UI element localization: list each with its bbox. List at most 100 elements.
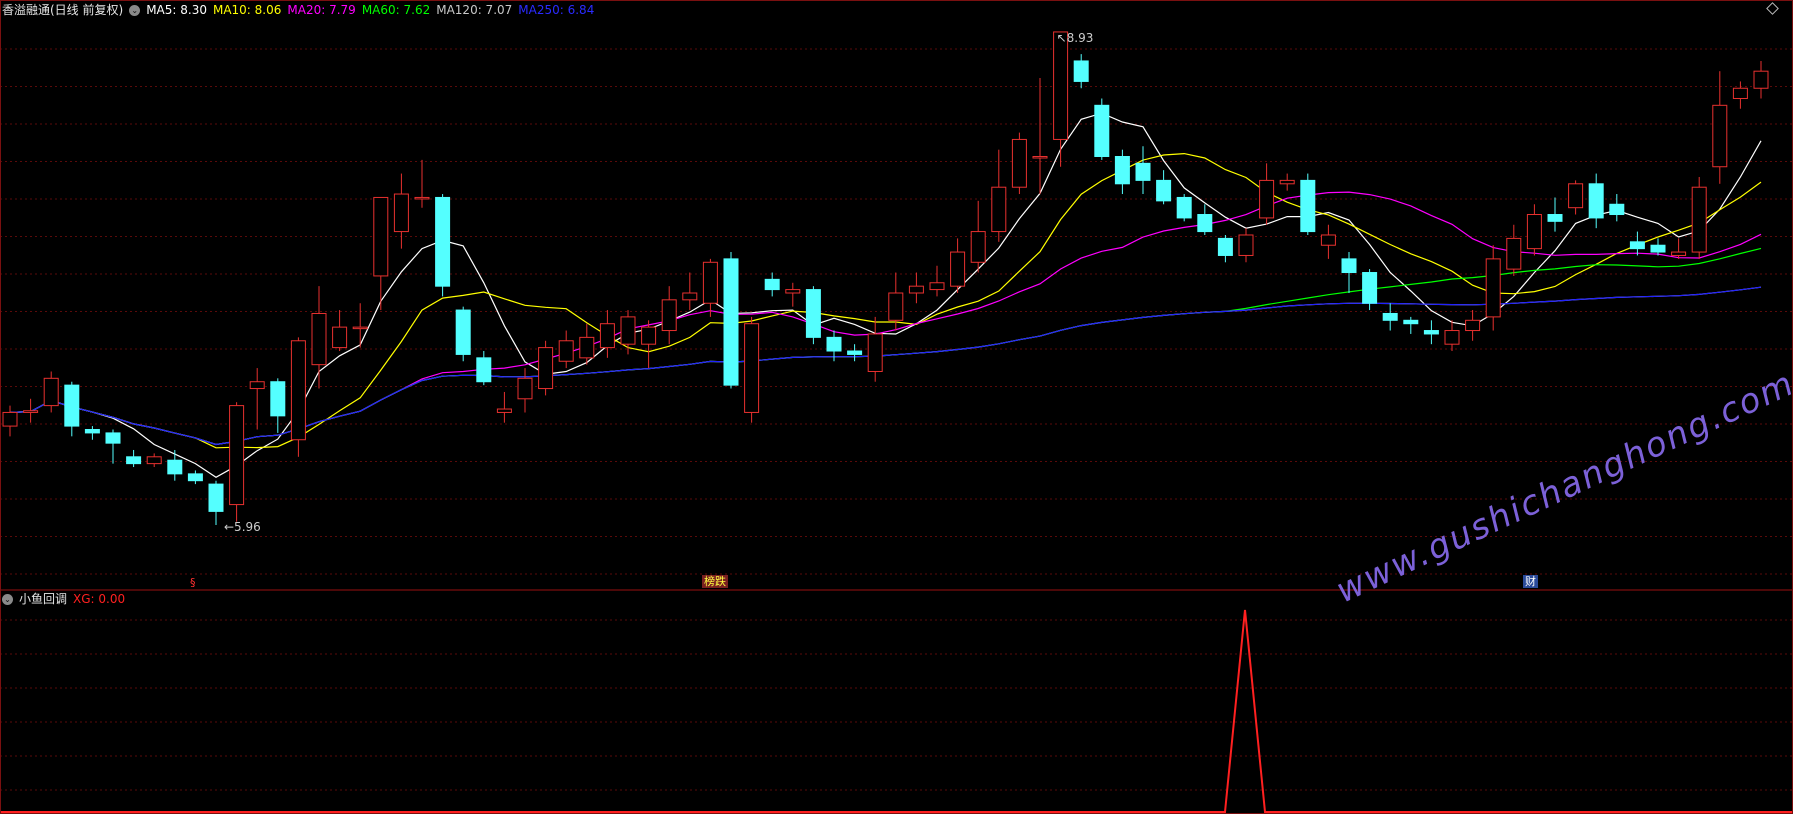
candle-body	[888, 292, 904, 321]
candle-body	[1444, 330, 1460, 345]
candle[interactable]	[1300, 173, 1316, 235]
chart-background	[0, 0, 1793, 814]
candle-body	[1712, 104, 1728, 168]
ma60-label: MA60: 7.62	[361, 3, 431, 17]
event-tag-left[interactable]: §	[188, 576, 198, 589]
candle-body	[126, 456, 142, 465]
candle-body	[908, 285, 924, 294]
candle-body	[1341, 258, 1357, 274]
candle-body	[1073, 60, 1089, 82]
candle-body	[414, 196, 430, 200]
candle-body	[187, 473, 203, 482]
candle-body	[826, 336, 842, 352]
candle-body	[1568, 183, 1584, 209]
sub-legend-toggle-icon[interactable]: ⌄	[2, 593, 13, 605]
candle-body	[867, 333, 883, 372]
candle[interactable]	[538, 340, 554, 396]
candle-body	[23, 410, 39, 413]
sub-legend: ⌄ 小鱼回调 XG: 0.00	[2, 591, 125, 607]
candle-body	[950, 251, 966, 287]
candle-body	[991, 186, 1007, 233]
candle-body	[1217, 237, 1233, 256]
candle[interactable]	[1094, 98, 1110, 160]
candle-body	[1403, 319, 1419, 325]
ma120-label: MA120: 7.07	[436, 3, 513, 17]
candle[interactable]	[744, 316, 760, 423]
candle-body	[290, 340, 306, 441]
candle-body	[1465, 319, 1481, 332]
candle-body	[332, 326, 348, 349]
candle-body	[579, 336, 595, 359]
candle-body	[1094, 104, 1110, 157]
candle-body	[1753, 70, 1769, 89]
event-tag-mid[interactable]: 榜跌	[702, 575, 728, 588]
candle-body	[435, 196, 451, 287]
candle-body	[208, 483, 224, 512]
candle-body	[682, 292, 698, 301]
candle[interactable]	[1176, 194, 1192, 222]
main-legend: 香溢融通(日线 前复权) ⌄ MA5: 8.30 MA10: 8.06 MA20…	[2, 2, 594, 18]
ma20-label: MA20: 7.79	[287, 3, 356, 17]
legend-toggle-icon[interactable]: ⌄	[129, 4, 141, 16]
candle[interactable]	[290, 337, 306, 457]
candle-body	[311, 312, 327, 366]
ma250-label: MA250: 6.84	[518, 3, 595, 17]
candle-body	[1176, 196, 1192, 219]
candle-body	[373, 196, 389, 277]
candle[interactable]	[723, 252, 739, 389]
candle-body	[785, 289, 801, 294]
candle-body	[229, 405, 245, 506]
high-price-label: ↖8.93	[1057, 31, 1094, 45]
candle-body	[538, 347, 554, 390]
candle-body	[929, 282, 945, 291]
candle-body	[641, 326, 657, 345]
candle-body	[64, 384, 80, 427]
candle-body	[764, 278, 780, 291]
candle-body	[1691, 186, 1707, 253]
indicator-title[interactable]: 小鱼回调	[19, 591, 67, 607]
candle-body	[352, 326, 368, 330]
candle-body	[496, 408, 512, 413]
candle[interactable]	[1011, 132, 1027, 195]
candle-body	[558, 340, 574, 362]
stock-title[interactable]: 香溢融通(日线 前复权)	[2, 2, 123, 18]
candle-body	[1609, 203, 1625, 216]
kline-chart[interactable]: ↖8.93 ←5.96	[0, 0, 1793, 814]
candle-body	[1053, 31, 1069, 140]
candle-body	[1588, 183, 1604, 219]
candle-body	[1259, 179, 1275, 219]
candle-body	[1362, 272, 1378, 304]
candle[interactable]	[229, 402, 245, 522]
candle-body	[146, 456, 162, 465]
candle-body	[1423, 330, 1439, 335]
candle-body	[1547, 214, 1563, 222]
candle-body	[1650, 244, 1666, 253]
candle-body	[2, 411, 18, 427]
candle-body	[1732, 87, 1748, 99]
candle-body	[84, 429, 100, 434]
candle-body	[620, 316, 636, 345]
candle-body	[1032, 156, 1048, 159]
candle-body	[1114, 156, 1130, 185]
candle[interactable]	[455, 306, 471, 362]
candle-body	[1156, 179, 1172, 202]
candle-body	[1506, 237, 1522, 270]
event-tag-right[interactable]: 财	[1523, 575, 1538, 588]
candle[interactable]	[1691, 176, 1707, 259]
candle-body	[476, 357, 492, 383]
candle-body	[393, 193, 409, 233]
candle-body	[1629, 241, 1645, 250]
candle-body	[805, 289, 821, 338]
candle-body	[1526, 214, 1542, 250]
candle-body	[1197, 214, 1213, 233]
candle-body	[661, 299, 677, 332]
ma5-label: MA5: 8.30	[146, 3, 207, 17]
candle-body	[455, 309, 471, 355]
candle-body	[1011, 138, 1027, 188]
candle-body	[517, 377, 533, 400]
candle-body	[702, 261, 718, 304]
candle[interactable]	[435, 194, 451, 297]
candle[interactable]	[805, 286, 821, 345]
low-price-label: ←5.96	[224, 520, 261, 534]
candle-body	[105, 432, 121, 444]
